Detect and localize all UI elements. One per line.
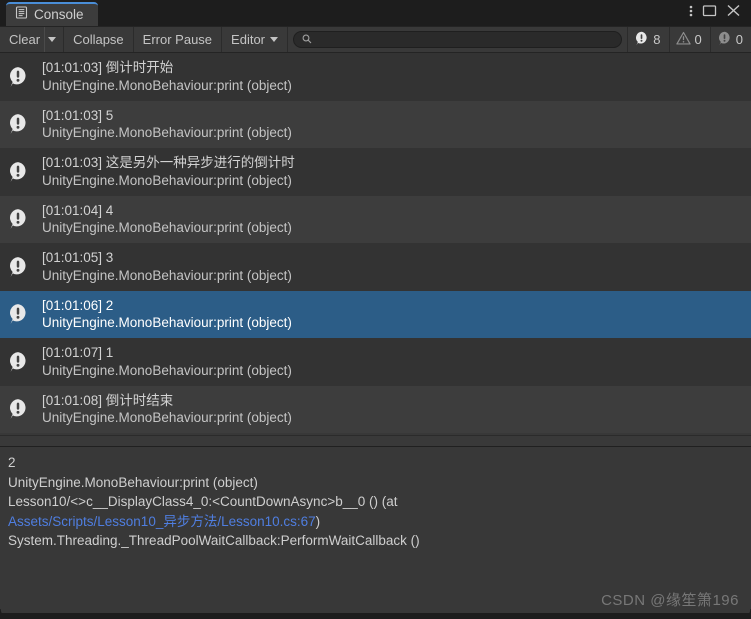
window-corner-bottom-right	[741, 609, 751, 619]
warning-count-value: 0	[694, 32, 702, 47]
editor-dropdown-button[interactable]	[270, 27, 289, 52]
tab-strip: Console	[0, 0, 751, 26]
info-bubble-icon	[7, 256, 38, 278]
chevron-down-icon	[48, 37, 57, 42]
console-icon	[15, 6, 28, 24]
log-entry-stack: UnityEngine.MonoBehaviour:print (object)	[42, 77, 292, 93]
error-count-button[interactable]: 0	[709, 27, 751, 52]
log-entry-row[interactable]: [01:01:03] 倒计时开始 UnityEngine.MonoBehaviou…	[0, 53, 751, 101]
log-entry-text: [01:01:05] 3 UnityEngine.MonoBehaviour:pr…	[42, 249, 292, 284]
log-entry-text: [01:01:07] 1 UnityEngine.MonoBehaviour:pr…	[42, 344, 292, 379]
window-corner-top-right	[741, 0, 751, 10]
log-entry-row[interactable]: [01:01:03] 这是另外一种异步进行的倒计时 UnityEngine.Mon…	[0, 148, 751, 196]
search-box[interactable]	[293, 31, 623, 49]
info-bubble-icon	[7, 113, 38, 135]
log-entry-stack: UnityEngine.MonoBehaviour:print (object)	[42, 267, 292, 283]
detail-link-suffix: )	[315, 513, 321, 529]
error-circle-icon	[717, 31, 732, 49]
info-bubble-icon	[7, 208, 38, 230]
info-bubble-icon	[7, 351, 38, 373]
log-entry-message: [01:01:05] 3	[42, 250, 114, 266]
tab-console[interactable]: Console	[6, 2, 98, 26]
info-bubble-icon	[7, 161, 38, 183]
detail-stack-line-3: System.Threading._ThreadPoolWaitCallback…	[8, 533, 420, 548]
warning-triangle-icon	[675, 31, 691, 49]
log-entry-row[interactable]: [01:01:04] 4 UnityEngine.MonoBehaviour:pr…	[0, 195, 751, 243]
window-corner-bottom-left	[0, 609, 10, 619]
detail-message: 2	[8, 455, 16, 470]
log-entry-message: [01:01:03] 倒计时开始	[42, 60, 174, 76]
log-entry-text: [01:01:08] 倒计时结束 UnityEngine.MonoBehaviou…	[42, 392, 292, 427]
watermark: CSDN @缘笙箫196	[601, 592, 739, 609]
search-area	[288, 27, 627, 52]
info-bubble-icon	[7, 66, 38, 88]
log-entry-row[interactable]: [01:01:08] 倒计时结束 UnityEngine.MonoBehaviou…	[0, 385, 751, 433]
log-entry-stack: UnityEngine.MonoBehaviour:print (object)	[42, 125, 292, 141]
close-icon	[726, 3, 741, 23]
editor-dropdown-label[interactable]: Editor	[222, 27, 271, 52]
log-entry-text: [01:01:03] 倒计时开始 UnityEngine.MonoBehaviou…	[42, 59, 292, 94]
message-counters: 8 0 0	[627, 27, 751, 52]
log-entry-text: [01:01:03] 5 UnityEngine.MonoBehaviour:pr…	[42, 107, 292, 142]
log-entry-row[interactable]: [01:01:06] 2 UnityEngine.MonoBehaviour:pr…	[0, 290, 751, 338]
log-entry-text: [01:01:04] 4 UnityEngine.MonoBehaviour:pr…	[42, 202, 292, 237]
window-close-button[interactable]	[726, 3, 741, 23]
window-maximize-button[interactable]	[702, 3, 717, 23]
detail-stack-line-1: UnityEngine.MonoBehaviour:print (object)	[8, 474, 258, 490]
console-toolbar: Clear Collapse Error Pause Editor 8 0 0	[0, 26, 751, 53]
kebab-menu-icon	[689, 3, 693, 24]
clear-button[interactable]: Clear	[0, 27, 45, 52]
log-entry-stack: UnityEngine.MonoBehaviour:print (object)	[42, 362, 292, 378]
detail-stack-link-line: Assets/Scripts/Lesson10_异步方法/Lesson10.cs…	[8, 512, 743, 532]
log-entry-message: [01:01:04] 4	[42, 202, 114, 218]
panel-splitter[interactable]	[0, 435, 751, 447]
collapse-button[interactable]: Collapse	[64, 27, 134, 52]
log-entry-row[interactable]: [01:01:03] 5 UnityEngine.MonoBehaviour:pr…	[0, 100, 751, 148]
log-entry-row[interactable]: [01:01:05] 3 UnityEngine.MonoBehaviour:pr…	[0, 243, 751, 291]
error-count-value: 0	[735, 32, 743, 47]
source-file-link[interactable]: Assets/Scripts/Lesson10_异步方法/Lesson10.cs…	[8, 514, 316, 529]
detail-stack-line-2: Lesson10/<>c__DisplayClass4_0:<CountDown…	[8, 494, 402, 509]
search-icon	[302, 31, 312, 49]
console-log-list[interactable]: [01:01:03] 倒计时开始 UnityEngine.MonoBehaviou…	[0, 53, 751, 435]
search-input[interactable]	[316, 33, 614, 46]
console-window: Console Clear Collapse Error Pause Edito…	[0, 0, 751, 619]
log-entry-stack: UnityEngine.MonoBehaviour:print (object)	[42, 172, 292, 188]
log-count-button[interactable]: 8	[627, 27, 669, 52]
log-count-value: 8	[653, 32, 661, 47]
log-entry-message: [01:01:03] 5	[42, 107, 114, 123]
log-entry-text: [01:01:03] 这是另外一种异步进行的倒计时 UnityEngine.Mon…	[42, 154, 295, 189]
log-entry-stack: UnityEngine.MonoBehaviour:print (object)	[42, 315, 292, 331]
log-entry-message: [01:01:03] 这是另外一种异步进行的倒计时	[42, 155, 295, 171]
log-entry-message: [01:01:07] 1	[42, 345, 114, 361]
chevron-down-icon	[270, 37, 279, 42]
tab-console-label: Console	[34, 7, 84, 23]
info-bubble-icon	[634, 31, 649, 49]
log-entry-message: [01:01:08] 倒计时结束	[42, 392, 174, 408]
window-menu-button[interactable]	[689, 3, 693, 23]
log-entry-message: [01:01:06] 2	[42, 297, 114, 313]
warning-count-button[interactable]: 0	[668, 27, 710, 52]
log-entry-stack: UnityEngine.MonoBehaviour:print (object)	[42, 410, 292, 426]
log-entry-text: [01:01:06] 2 UnityEngine.MonoBehaviour:pr…	[42, 297, 292, 332]
maximize-icon	[702, 4, 717, 22]
log-entry-stack: UnityEngine.MonoBehaviour:print (object)	[42, 220, 292, 236]
info-bubble-icon	[7, 398, 38, 420]
clear-dropdown-button[interactable]	[44, 27, 65, 52]
log-entry-row[interactable]: [01:01:07] 1 UnityEngine.MonoBehaviour:pr…	[0, 338, 751, 386]
info-bubble-icon	[7, 303, 38, 325]
error-pause-button[interactable]: Error Pause	[133, 27, 223, 52]
